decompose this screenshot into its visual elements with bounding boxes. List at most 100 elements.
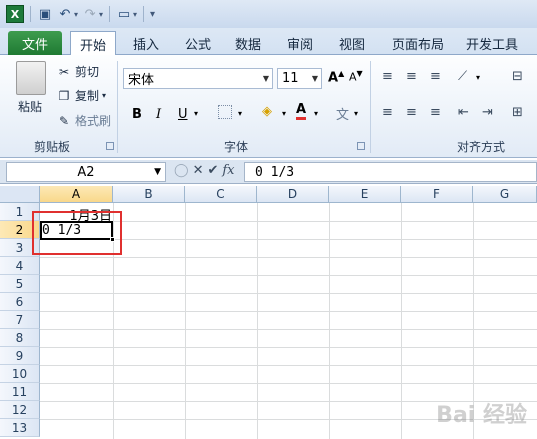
select-all-corner[interactable] [0,186,40,203]
bold-button[interactable]: B [132,107,142,122]
row-header[interactable]: 13 [0,419,40,437]
save-icon[interactable]: ▣ [37,6,53,22]
tab-review[interactable]: 审阅 [282,31,318,55]
row-header[interactable]: 5 [0,275,40,293]
shrink-font-icon[interactable]: A▼ [349,69,363,84]
increase-indent-icon[interactable]: ⇥ [482,105,493,120]
undo-dropdown-icon[interactable]: ▾ [74,10,78,19]
align-left-icon[interactable]: ≡ [382,105,393,120]
highlight-annotation-box [32,211,122,255]
undo-icon[interactable]: ↶ [57,6,73,22]
paste-button[interactable]: 粘贴 [18,98,42,115]
cut-button[interactable]: ✂ 剪切 [56,63,99,80]
align-center-icon[interactable]: ≡ [406,105,417,120]
tab-formulas[interactable]: 公式 [180,31,216,55]
tab-home[interactable]: 开始 [70,31,116,56]
align-top-icon[interactable]: ≡ [382,69,393,84]
tab-insert[interactable]: 插入 [128,31,164,55]
column-header[interactable]: E [329,186,401,203]
formula-bar: A2 ▼ ◯ ✕ ✔ fx 0 1/3 [0,160,537,184]
column-header[interactable]: C [185,186,257,203]
paste-icon[interactable] [16,61,46,95]
row-header[interactable]: 4 [0,257,40,275]
format-painter-button[interactable]: ✎ 格式刷 [56,112,111,129]
copy-button[interactable]: ❐ 复制 ▾ [56,87,106,104]
divider [143,6,145,22]
row-header[interactable]: 12 [0,401,40,419]
quick-access-toolbar: X ▣ ↶ ▾ ↷ ▾ ▭ ▾ ▾ [0,0,537,28]
redo-dropdown-icon[interactable]: ▾ [99,10,103,19]
divider [370,61,371,153]
name-box-value: A2 [77,164,95,180]
open-folder-icon[interactable]: ▭ [116,6,132,22]
underline-dropdown-icon[interactable]: ▾ [194,109,198,118]
column-header[interactable]: G [473,186,537,203]
clipboard-dialog-launcher-icon[interactable] [106,142,114,150]
column-header[interactable]: F [401,186,473,203]
tab-page-layout[interactable]: 页面布局 [388,31,448,55]
gridline [40,365,537,366]
name-box[interactable]: A2 ▼ [6,162,166,182]
tab-data[interactable]: 数据 [230,31,266,55]
divider [117,61,118,153]
orientation-icon[interactable]: ⟋ [458,69,467,84]
row-header[interactable]: 9 [0,347,40,365]
phonetic-icon[interactable]: 文 [336,104,349,123]
decrease-indent-icon[interactable]: ⇤ [458,105,469,120]
cut-label: 剪切 [75,65,100,79]
borders-icon[interactable] [218,105,232,119]
column-header[interactable]: A [40,186,113,203]
redo-icon[interactable]: ↷ [82,6,98,22]
row-header[interactable]: 6 [0,293,40,311]
row-header[interactable]: 7 [0,311,40,329]
enter-check-icon[interactable]: ✔ [207,163,218,178]
font-color-dropdown-icon[interactable]: ▾ [314,109,318,118]
row-header[interactable]: 10 [0,365,40,383]
align-middle-icon[interactable]: ≡ [406,69,417,84]
excel-logo-icon: X [6,5,24,23]
font-color-icon[interactable]: A [296,103,307,120]
clipboard-group-label: 剪贴板 [34,140,71,154]
grow-font-icon[interactable]: A▲ [328,69,344,85]
gridline [40,347,537,348]
wrap-text-icon[interactable]: ⊟ [512,69,523,84]
customize-qat-icon[interactable]: ▾ [150,9,155,20]
font-name-select[interactable]: 宋体 ▼ [123,68,273,89]
formula-input[interactable]: 0 1/3 [244,162,537,182]
cancel-icon[interactable]: ✕ [193,163,204,178]
align-right-icon[interactable]: ≡ [430,105,441,120]
merge-cells-icon[interactable]: ⊞ [512,105,523,120]
gridline [40,257,537,258]
tab-file[interactable]: 文件 [8,31,62,55]
name-box-dropdown-icon[interactable]: ▼ [154,167,161,177]
font-dialog-launcher-icon[interactable] [357,142,365,150]
gridline [40,293,537,294]
watermark: Bai 经验 [436,403,527,428]
gridline [40,311,537,312]
gridline [40,275,537,276]
font-size-select[interactable]: 11 ▼ [277,68,322,89]
circle-icon: ◯ [174,163,189,178]
column-header[interactable]: D [257,186,329,203]
row-header[interactable]: 11 [0,383,40,401]
italic-button[interactable]: I [156,107,161,122]
open-dropdown-icon[interactable]: ▾ [133,10,137,19]
borders-dropdown-icon[interactable]: ▾ [238,109,242,118]
scissors-icon: ✂ [58,64,70,79]
tab-view[interactable]: 视图 [334,31,370,55]
fill-color-icon[interactable]: ◈ [262,104,272,119]
divider [30,6,31,22]
column-header[interactable]: B [113,186,185,203]
orientation-dropdown-icon[interactable]: ▾ [476,73,480,82]
phonetic-dropdown-icon[interactable]: ▾ [354,109,358,118]
copy-icon: ❐ [58,88,70,103]
alignment-group-label: 对齐方式 [457,140,506,154]
underline-button[interactable]: U [178,107,188,122]
align-bottom-icon[interactable]: ≡ [430,69,441,84]
tab-developer[interactable]: 开发工具 [462,31,522,55]
ribbon-tabs: 文件 开始 插入 公式 数据 审阅 视图 页面布局 开发工具 [0,28,537,56]
fill-dropdown-icon[interactable]: ▾ [282,109,286,118]
font-group-label: 字体 [224,140,249,154]
row-header[interactable]: 8 [0,329,40,347]
insert-function-icon[interactable]: fx [222,163,234,178]
